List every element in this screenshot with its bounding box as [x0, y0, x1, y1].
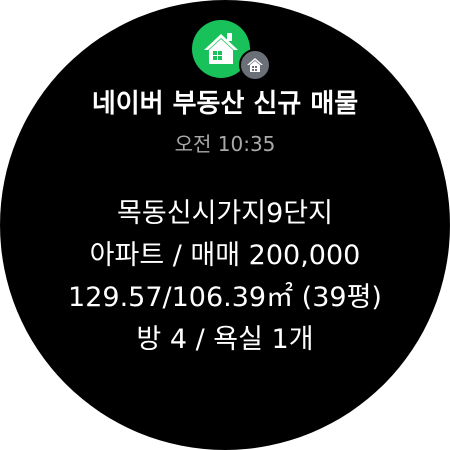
message-line-complex: 목동신시가지9단지 — [117, 198, 333, 229]
badge — [239, 49, 271, 81]
message-line-area: 129.57/106.39㎡ (39평) — [68, 282, 382, 313]
notification-message[interactable]: 목동신시가지9단지 아파트 / 매매 200,000 129.57/106.39… — [20, 193, 430, 361]
notification-time: 오전 10:35 — [174, 132, 276, 156]
house-badge-icon — [247, 58, 263, 72]
watch-face: 네이버 부동산 신규 매물 오전 10:35 목동신시가지9단지 아파트 / 매… — [0, 0, 450, 450]
message-line-rooms: 방 4 / 욕실 1개 — [136, 324, 314, 355]
app-title: 네이버 부동산 신규 매물 — [91, 89, 359, 119]
message-line-type-price: 아파트 / 매매 200,000 — [89, 240, 361, 271]
